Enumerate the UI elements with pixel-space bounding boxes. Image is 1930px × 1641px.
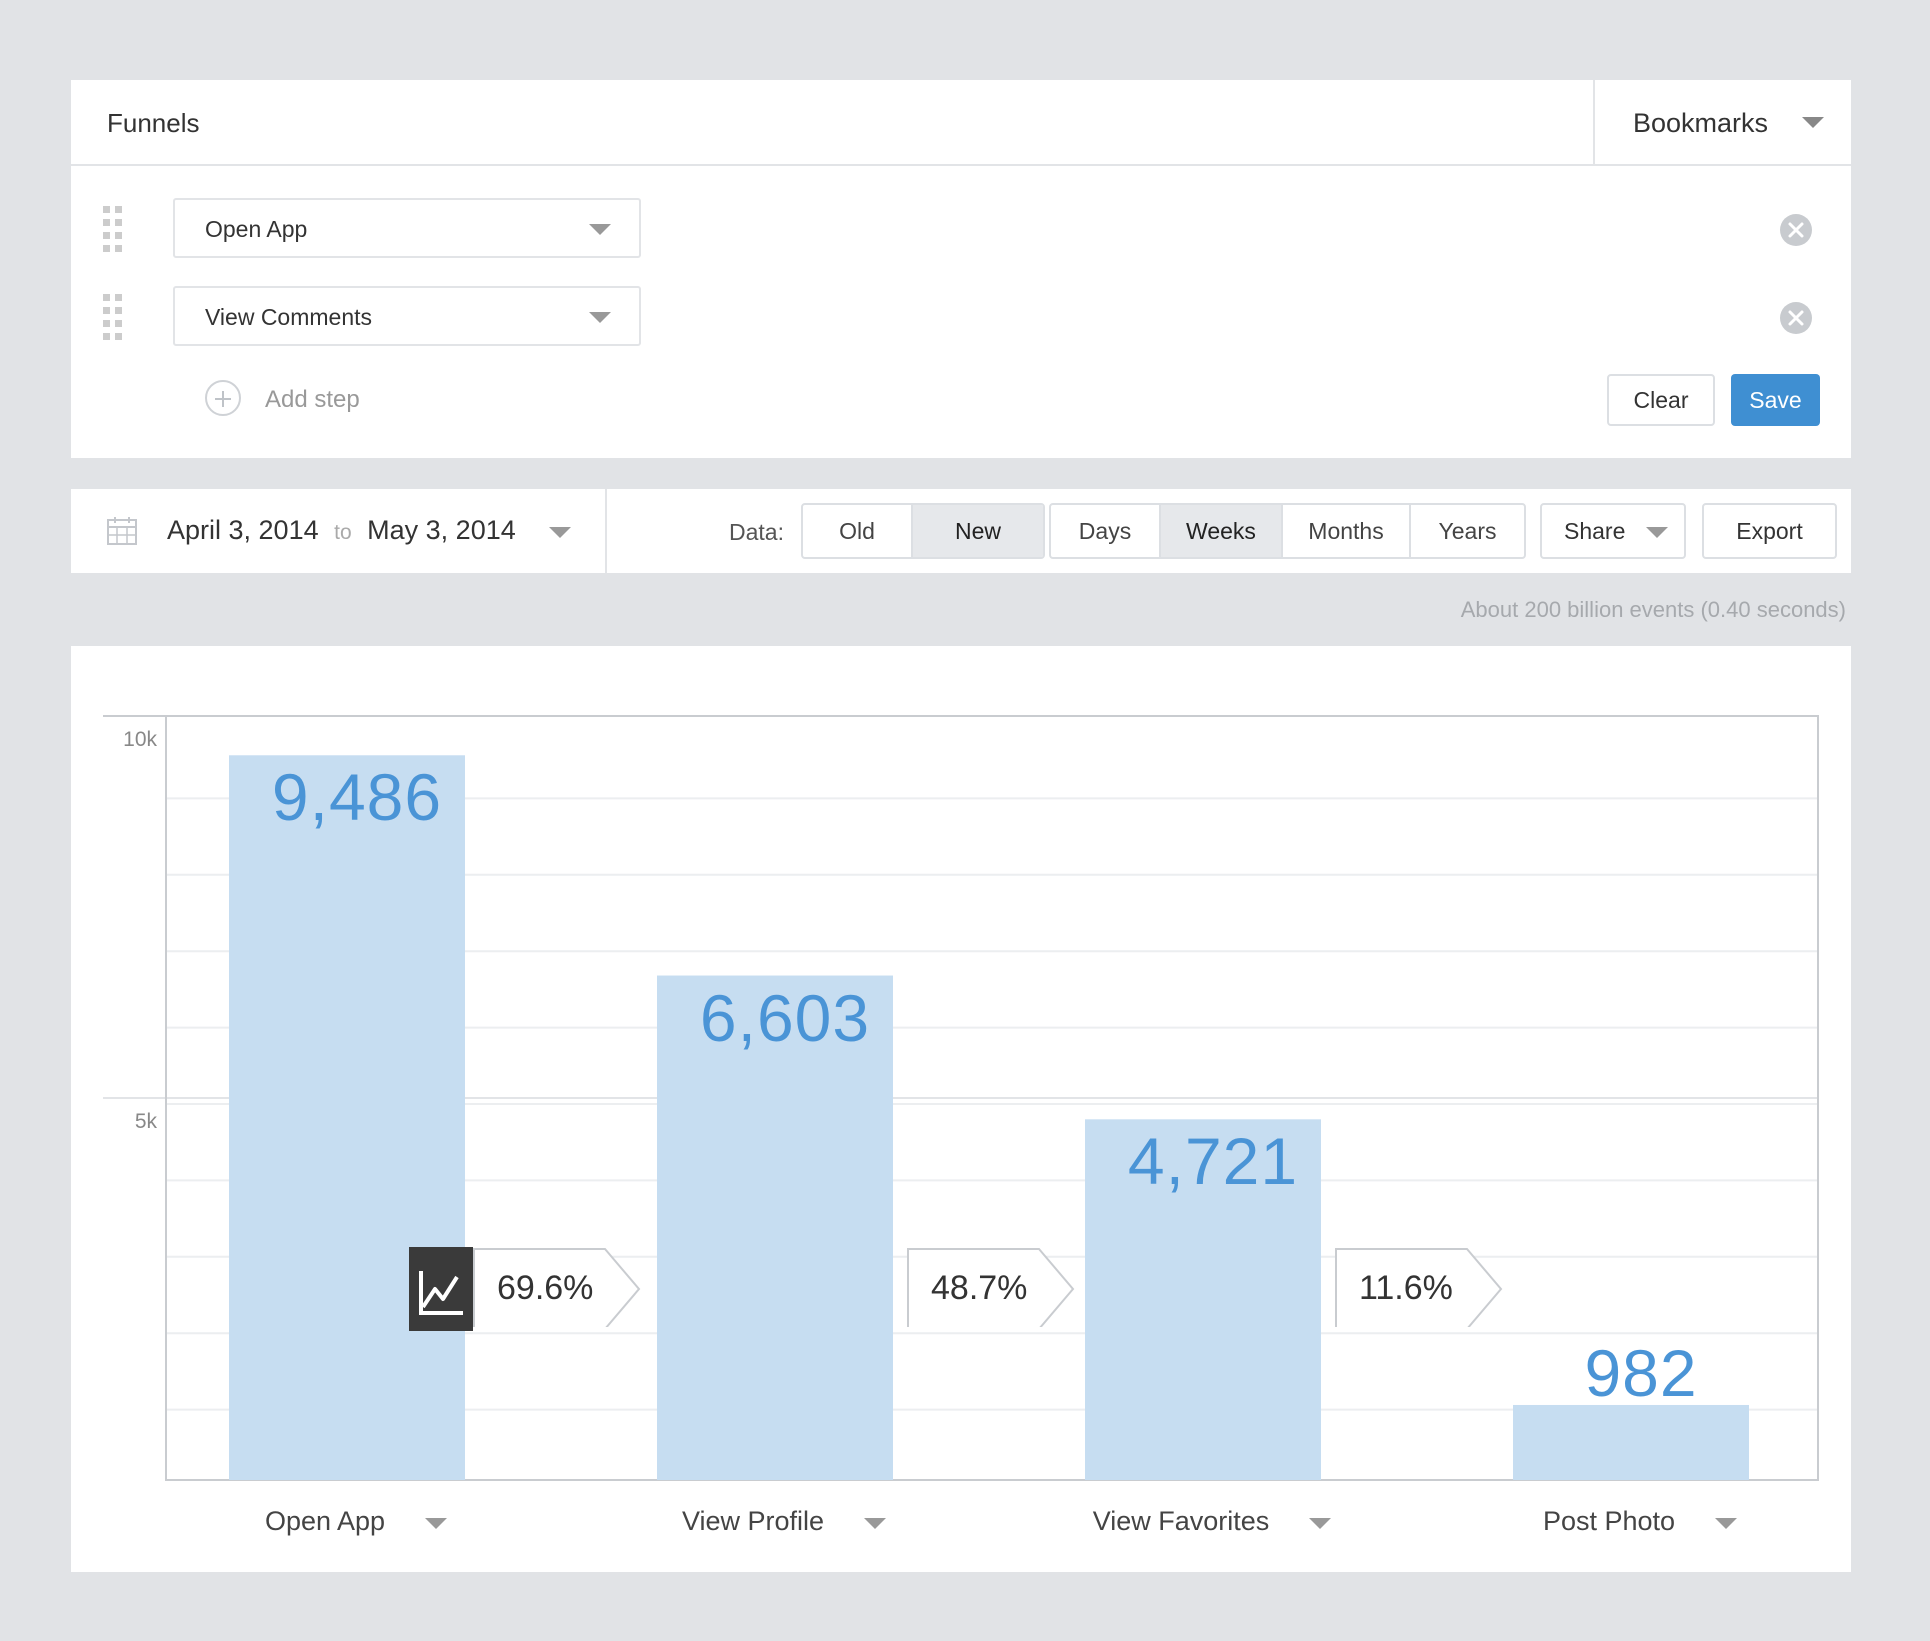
remove-step-icon[interactable]	[1780, 302, 1812, 334]
funnel-editor-panel: Funnels Bookmarks Open App View Comments…	[71, 80, 1851, 458]
ytick-label: 10k	[123, 728, 157, 751]
controls-bar: April 3, 2014 to May 3, 2014 Data: Old N…	[71, 489, 1851, 573]
funnel-bar	[229, 755, 465, 1480]
interval-toggle-group: Days Weeks Months Years	[1049, 503, 1526, 559]
category-dropdown[interactable]: View Favorites	[1092, 1506, 1332, 1537]
chevron-down-icon	[1309, 1518, 1332, 1529]
clear-button[interactable]: Clear	[1607, 374, 1715, 426]
editor-header: Funnels Bookmarks	[71, 80, 1851, 166]
chevron-down-icon	[1646, 527, 1668, 538]
share-button[interactable]: Share	[1540, 503, 1686, 559]
step-label: Open App	[205, 216, 308, 242]
step-select-1[interactable]: Open App	[173, 198, 641, 258]
conversion-rate-label: 69.6%	[497, 1268, 594, 1307]
bar-value-label: 982	[1584, 1335, 1698, 1410]
bookmarks-dropdown[interactable]: Bookmarks	[1593, 80, 1853, 164]
bar-value-label: 4,721	[1127, 1124, 1299, 1199]
conversion-rate-label: 11.6%	[1359, 1268, 1453, 1307]
date-to-word: to	[334, 521, 352, 544]
chevron-down-icon	[1715, 1518, 1738, 1529]
category-label: Open App	[264, 1506, 386, 1536]
add-step-label: Add step	[265, 386, 360, 413]
data-option-old[interactable]: Old	[803, 505, 913, 557]
interval-option-months[interactable]: Months	[1283, 505, 1411, 557]
category-dropdown[interactable]: Open App	[264, 1506, 448, 1537]
chevron-down-icon	[589, 224, 611, 235]
date-to: May 3, 2014	[367, 515, 516, 545]
drag-handle-icon[interactable]	[103, 206, 127, 252]
date-from: April 3, 2014	[167, 515, 319, 545]
funnel-chart-panel: 10k 5k 9,486 Open App 6,603 View Profile 4,721…	[71, 646, 1851, 1572]
share-label: Share	[1564, 518, 1626, 544]
conversion-rate-label: 48.7%	[931, 1268, 1028, 1307]
data-label: Data:	[729, 519, 784, 545]
query-meta-text: About 200 billion events (0.40 seconds)	[1460, 597, 1846, 622]
interval-option-days[interactable]: Days	[1051, 505, 1161, 557]
drag-handle-icon[interactable]	[103, 294, 127, 340]
trend-chart-icon[interactable]	[409, 1246, 473, 1331]
data-option-new[interactable]: New	[913, 505, 1043, 557]
chevron-down-icon	[1802, 117, 1824, 128]
page-title: Funnels	[107, 108, 200, 138]
ytick-label: 5k	[134, 1110, 157, 1133]
calendar-icon[interactable]	[107, 517, 137, 545]
chevron-down-icon	[425, 1518, 448, 1529]
remove-step-icon[interactable]	[1780, 214, 1812, 246]
funnel-bar	[1513, 1404, 1749, 1480]
data-toggle-group: Old New	[801, 503, 1045, 559]
interval-option-weeks[interactable]: Weeks	[1161, 505, 1283, 557]
divider	[605, 489, 607, 573]
chevron-down-icon	[864, 1518, 887, 1529]
chevron-down-icon[interactable]	[549, 527, 571, 538]
step-label: View Comments	[205, 304, 373, 330]
save-button[interactable]: Save	[1731, 374, 1820, 426]
bar-value-label: 6,603	[699, 980, 871, 1055]
plus-circle-icon	[205, 380, 241, 416]
chevron-down-icon	[589, 312, 611, 323]
interval-option-years[interactable]: Years	[1411, 505, 1524, 557]
step-select-2[interactable]: View Comments	[173, 286, 641, 346]
category-label: View Favorites	[1092, 1506, 1270, 1536]
category-label: View Profile	[681, 1506, 825, 1536]
bookmarks-label: Bookmarks	[1633, 108, 1769, 138]
category-label: Post Photo	[1542, 1506, 1676, 1536]
bar-value-label: 9,486	[271, 760, 443, 835]
category-dropdown[interactable]: View Profile	[681, 1506, 887, 1537]
export-button[interactable]: Export	[1702, 503, 1837, 559]
date-range-picker[interactable]: April 3, 2014 to May 3, 2014	[167, 515, 516, 546]
category-dropdown[interactable]: Post Photo	[1542, 1506, 1738, 1537]
